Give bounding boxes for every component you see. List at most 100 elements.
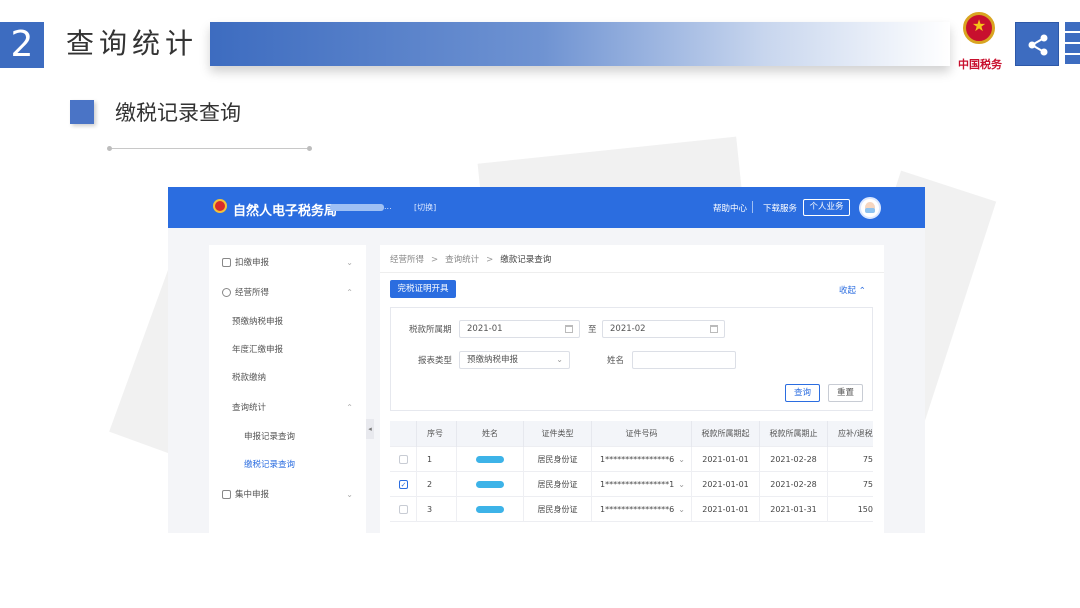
period-to-label: 至 [588, 325, 597, 335]
amount-cell: 75 [862, 455, 873, 464]
seq-cell: 1 [417, 447, 457, 472]
id-number-cell: 1****************6 ⌄ [592, 447, 692, 472]
table-row[interactable]: 3 居民身份证 1****************6 ⌄ 2021-01-01 2… [390, 497, 873, 522]
chevron-down-icon[interactable]: ⌄ [678, 447, 685, 472]
filter-panel: 税款所属期 2021-01 至 2021-02 报表类型 预缴纳税申报 ⌄ 姓名… [390, 307, 873, 411]
breadcrumb-item[interactable]: 查询统计 [445, 255, 479, 265]
name-cell [457, 472, 524, 497]
chevron-up-icon: ⌃ [346, 288, 353, 297]
sidebar-item-business-income[interactable]: 经营所得 ⌃ [209, 283, 366, 303]
seq-cell: 2 [417, 472, 457, 497]
name-input[interactable] [632, 351, 736, 369]
blurred-name [476, 456, 504, 463]
sidebar-item-label: 缴税记录查询 [244, 460, 296, 470]
breadcrumb-item[interactable]: 经营所得 [390, 255, 424, 265]
personal-business-button[interactable]: 个人业务 [803, 199, 850, 216]
period-from-input[interactable]: 2021-01 [459, 320, 580, 338]
amount-cell: 150 [857, 505, 873, 514]
divider [380, 272, 884, 273]
period-end-cell: 2021-01-31 [760, 497, 828, 522]
subtitle-marker [70, 100, 94, 124]
chevron-down-icon: ⌄ [346, 490, 353, 499]
sidebar-item-payment-records[interactable]: 缴税记录查询 [209, 455, 366, 475]
sidebar-item-label: 查询统计 [232, 403, 267, 413]
report-type-value: 预缴纳税申报 [467, 355, 519, 365]
row-checkbox[interactable] [399, 455, 408, 464]
document-icon [222, 490, 231, 499]
sidebar-item-label: 税款缴纳 [232, 373, 267, 383]
app-title: 自然人电子税务局 [233, 204, 338, 219]
period-to-value: 2021-02 [610, 324, 646, 334]
query-button[interactable]: 查询 [785, 384, 820, 402]
region-text: ... [384, 202, 392, 211]
help-center-link[interactable]: 帮助中心 [713, 202, 747, 214]
column-header: 证件类型 [524, 421, 592, 447]
calendar-icon [565, 325, 573, 333]
chevron-down-icon[interactable]: ⌄ [678, 472, 685, 497]
download-service-link[interactable]: 下载服务 [763, 202, 797, 214]
sidebar-item-query-stats[interactable]: 查询统计 ⌃ [209, 398, 366, 418]
report-type-label: 报表类型 [418, 356, 453, 366]
breadcrumb-separator: > [486, 255, 494, 265]
sidebar-item-batch-declaration[interactable]: 集中申报 ⌄ [209, 485, 366, 505]
row-checkbox-cell [390, 447, 417, 472]
switch-region-link[interactable]: [切换] [414, 202, 436, 213]
column-header: 税款所属期止 [760, 421, 828, 447]
app-topbar: 自然人电子税务局 ... [切换] 帮助中心 下载服务 个人业务 [168, 187, 925, 228]
sidebar-item-declaration-records[interactable]: 申报记录查询 [209, 427, 366, 447]
chevron-up-icon: ⌃ [346, 403, 353, 412]
avatar[interactable] [859, 197, 881, 219]
decorative-line [109, 148, 311, 149]
period-to-input[interactable]: 2021-02 [602, 320, 725, 338]
reset-button[interactable]: 重置 [828, 384, 863, 402]
document-icon [222, 258, 231, 267]
column-header: 姓名 [457, 421, 524, 447]
national-emblem-icon: ★ 中国税务 [954, 12, 1004, 76]
calendar-icon [710, 325, 718, 333]
sidebar-collapse-button[interactable]: ◂ [366, 419, 374, 439]
name-cell [457, 497, 524, 522]
collapse-filter-link[interactable]: 收起 ⌃ [839, 284, 866, 296]
table-header-row: 序号 姓名 证件类型 证件号码 税款所属期起 税款所属期止 应补/退税 [390, 421, 873, 447]
breadcrumb-current: 缴款记录查询 [500, 255, 552, 265]
coin-icon [222, 288, 231, 297]
table-row[interactable]: ✓ 2 居民身份证 1****************1 ⌄ 2021-01-01… [390, 472, 873, 497]
id-number-cell: 1****************1 ⌄ [592, 472, 692, 497]
header-band [210, 22, 950, 66]
sidebar-item-withholding[interactable]: 扣缴申报 ⌄ [209, 253, 366, 273]
row-checkbox[interactable] [399, 505, 408, 514]
blurred-name [476, 481, 504, 488]
row-checkbox-cell [390, 497, 417, 522]
seq-cell: 3 [417, 497, 457, 522]
sidebar-item-tax-payment[interactable]: 税款缴纳 [209, 368, 366, 388]
sidebar-item-label: 预缴纳税申报 [232, 317, 284, 327]
blurred-region [330, 204, 384, 211]
sidebar-item-annual-declaration[interactable]: 年度汇缴申报 [209, 340, 366, 360]
row-checkbox[interactable]: ✓ [399, 480, 408, 489]
period-start-cell: 2021-01-01 [692, 497, 760, 522]
payment-records-table: 序号 姓名 证件类型 证件号码 税款所属期起 税款所属期止 应补/退税 1 居民… [390, 421, 873, 533]
id-number: 1****************1 [600, 480, 675, 489]
column-header: 序号 [417, 421, 457, 447]
name-cell [457, 447, 524, 472]
id-type-cell: 居民身份证 [524, 497, 592, 522]
breadcrumb-separator: > [431, 255, 439, 265]
header-checkbox-cell [390, 421, 417, 447]
subtitle: 缴税记录查询 [115, 101, 241, 125]
period-end-cell: 2021-02-28 [760, 472, 828, 497]
table-row[interactable]: 1 居民身份证 1****************6 ⌄ 2021-01-01 2… [390, 447, 873, 472]
period-end-cell: 2021-02-28 [760, 447, 828, 472]
issue-tax-certificate-button[interactable]: 完税证明开具 [390, 280, 456, 298]
section-number: 2 [0, 22, 44, 68]
sidebar-item-prepay-declaration[interactable]: 预缴纳税申报 [209, 312, 366, 332]
chevron-down-icon[interactable]: ⌄ [678, 497, 685, 522]
column-header: 证件号码 [592, 421, 692, 447]
report-type-select[interactable]: 预缴纳税申报 ⌄ [459, 351, 570, 369]
blurred-name [476, 506, 504, 513]
emblem-brand: 中国税务 [958, 58, 1002, 71]
decorative-dot [107, 146, 112, 151]
share-button[interactable] [1015, 22, 1059, 66]
chevron-down-icon: ⌄ [346, 258, 353, 267]
share-icon [1028, 34, 1048, 56]
name-label: 姓名 [607, 356, 625, 366]
